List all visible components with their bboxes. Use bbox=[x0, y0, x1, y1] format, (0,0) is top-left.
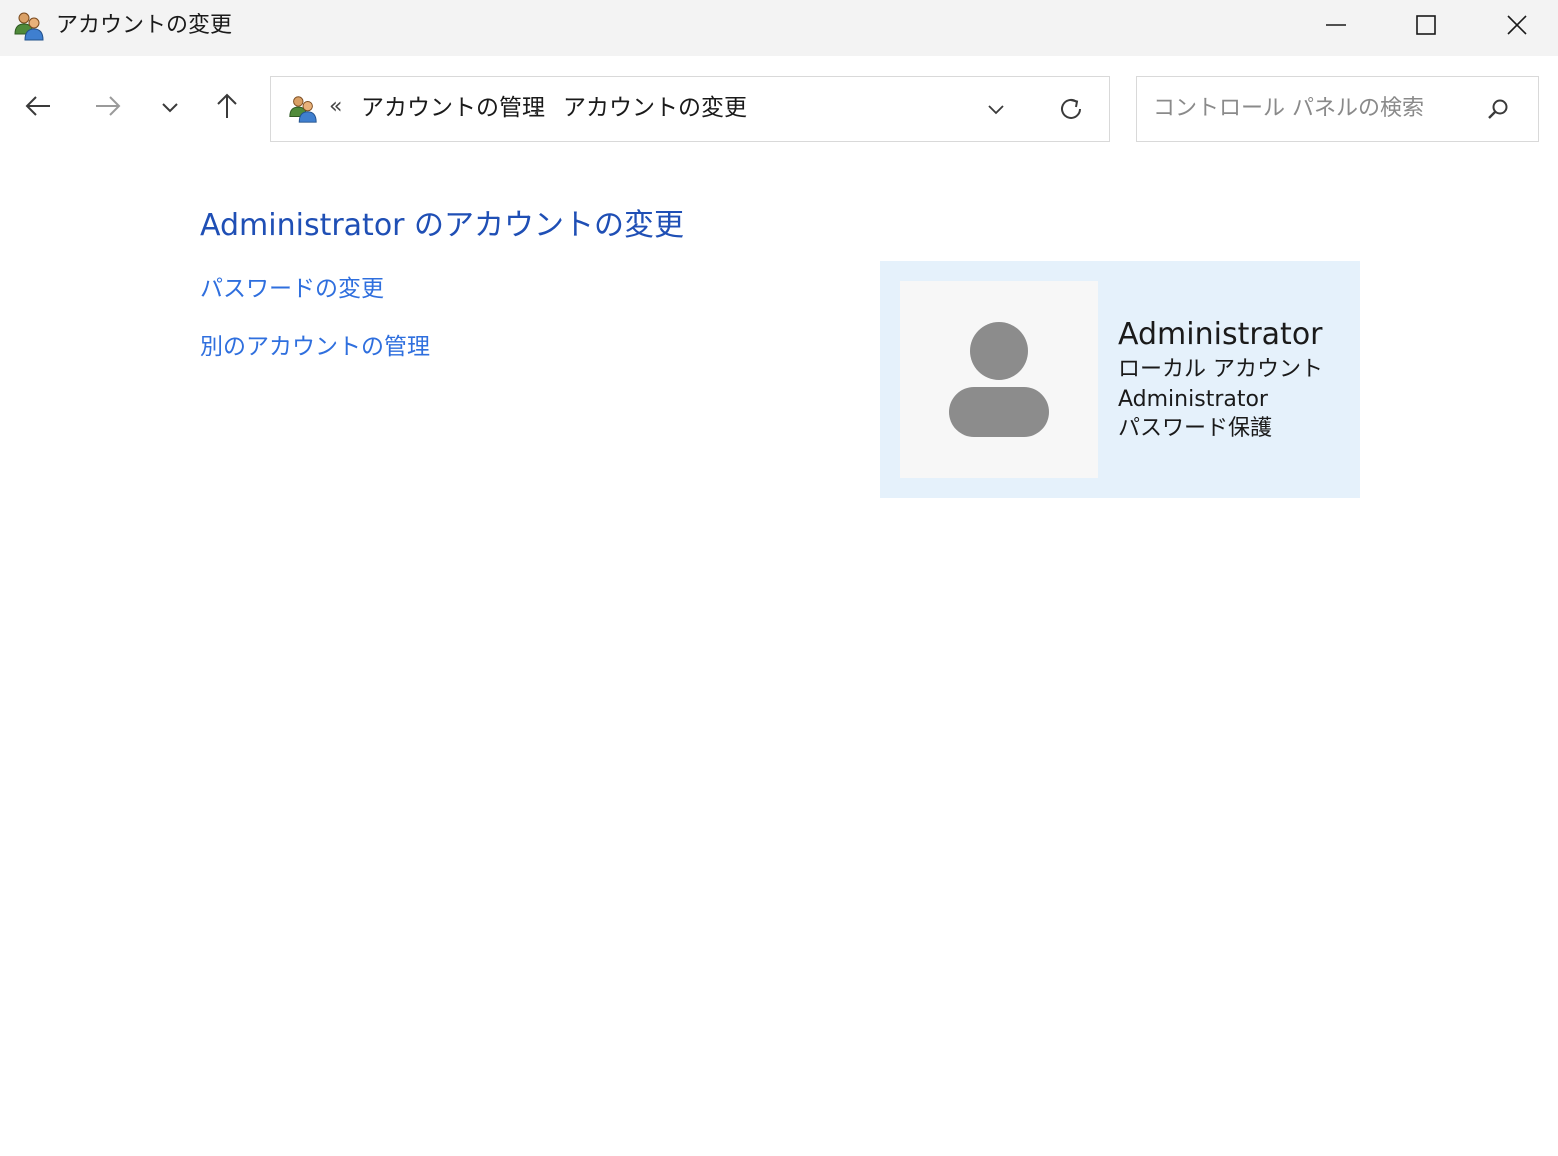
password-status: パスワード保護 bbox=[1118, 416, 1273, 441]
account-group: Administrator bbox=[1118, 387, 1268, 412]
account-card: Administrator ローカル アカウント Administrator パ… bbox=[880, 261, 1360, 498]
arrow-up-icon bbox=[215, 92, 239, 124]
avatar bbox=[900, 281, 1098, 478]
page-title: Administrator のアカウントの変更 bbox=[200, 208, 685, 243]
manage-another-account-link[interactable]: 別のアカウントの管理 bbox=[200, 331, 430, 363]
change-password-link[interactable]: パスワードの変更 bbox=[200, 273, 384, 305]
users-icon bbox=[287, 93, 319, 125]
user-icon bbox=[900, 281, 1098, 478]
title-bar[interactable]: アカウントの変更 bbox=[0, 0, 1558, 56]
search-placeholder: コントロール パネルの検索 bbox=[1153, 96, 1424, 121]
breadcrumb-overflow-button[interactable]: « bbox=[329, 92, 342, 122]
address-bar[interactable]: « アカウントの管理 › アカウントの変更 bbox=[270, 76, 1110, 142]
search-icon[interactable] bbox=[1483, 95, 1513, 125]
breadcrumb-separator[interactable]: › bbox=[533, 94, 541, 124]
recent-locations-button[interactable] bbox=[150, 88, 190, 128]
maximize-button[interactable] bbox=[1381, 0, 1471, 50]
chevron-down-icon bbox=[160, 99, 180, 118]
users-icon bbox=[12, 10, 46, 42]
control-panel-window: アカウントの変更 « アカウントの管理 › アカウントの変更 コントロール パネ… bbox=[0, 0, 1558, 1156]
search-input[interactable]: コントロール パネルの検索 bbox=[1136, 76, 1539, 142]
address-history-button[interactable] bbox=[981, 95, 1011, 125]
minimize-button[interactable] bbox=[1291, 0, 1381, 50]
chevron-down-icon bbox=[986, 101, 1006, 120]
arrow-left-icon bbox=[24, 94, 52, 122]
minimize-icon bbox=[1325, 14, 1347, 36]
back-button[interactable] bbox=[18, 88, 58, 128]
refresh-button[interactable] bbox=[1055, 95, 1087, 127]
refresh-icon bbox=[1057, 95, 1085, 127]
breadcrumb-item-change-account[interactable]: アカウントの変更 bbox=[563, 92, 747, 124]
account-name: Administrator bbox=[1118, 317, 1323, 352]
arrow-right-icon bbox=[94, 94, 122, 122]
maximize-icon bbox=[1415, 14, 1437, 36]
breadcrumb-item-manage-accounts[interactable]: アカウントの管理 bbox=[361, 92, 545, 124]
window-title: アカウントの変更 bbox=[56, 13, 233, 38]
account-type: ローカル アカウント bbox=[1118, 357, 1323, 382]
navigation-bar: « アカウントの管理 › アカウントの変更 コントロール パネルの検索 bbox=[0, 56, 1558, 166]
up-button[interactable] bbox=[207, 88, 247, 128]
close-icon bbox=[1506, 14, 1528, 36]
forward-button[interactable] bbox=[88, 88, 128, 128]
close-button[interactable] bbox=[1472, 0, 1558, 50]
